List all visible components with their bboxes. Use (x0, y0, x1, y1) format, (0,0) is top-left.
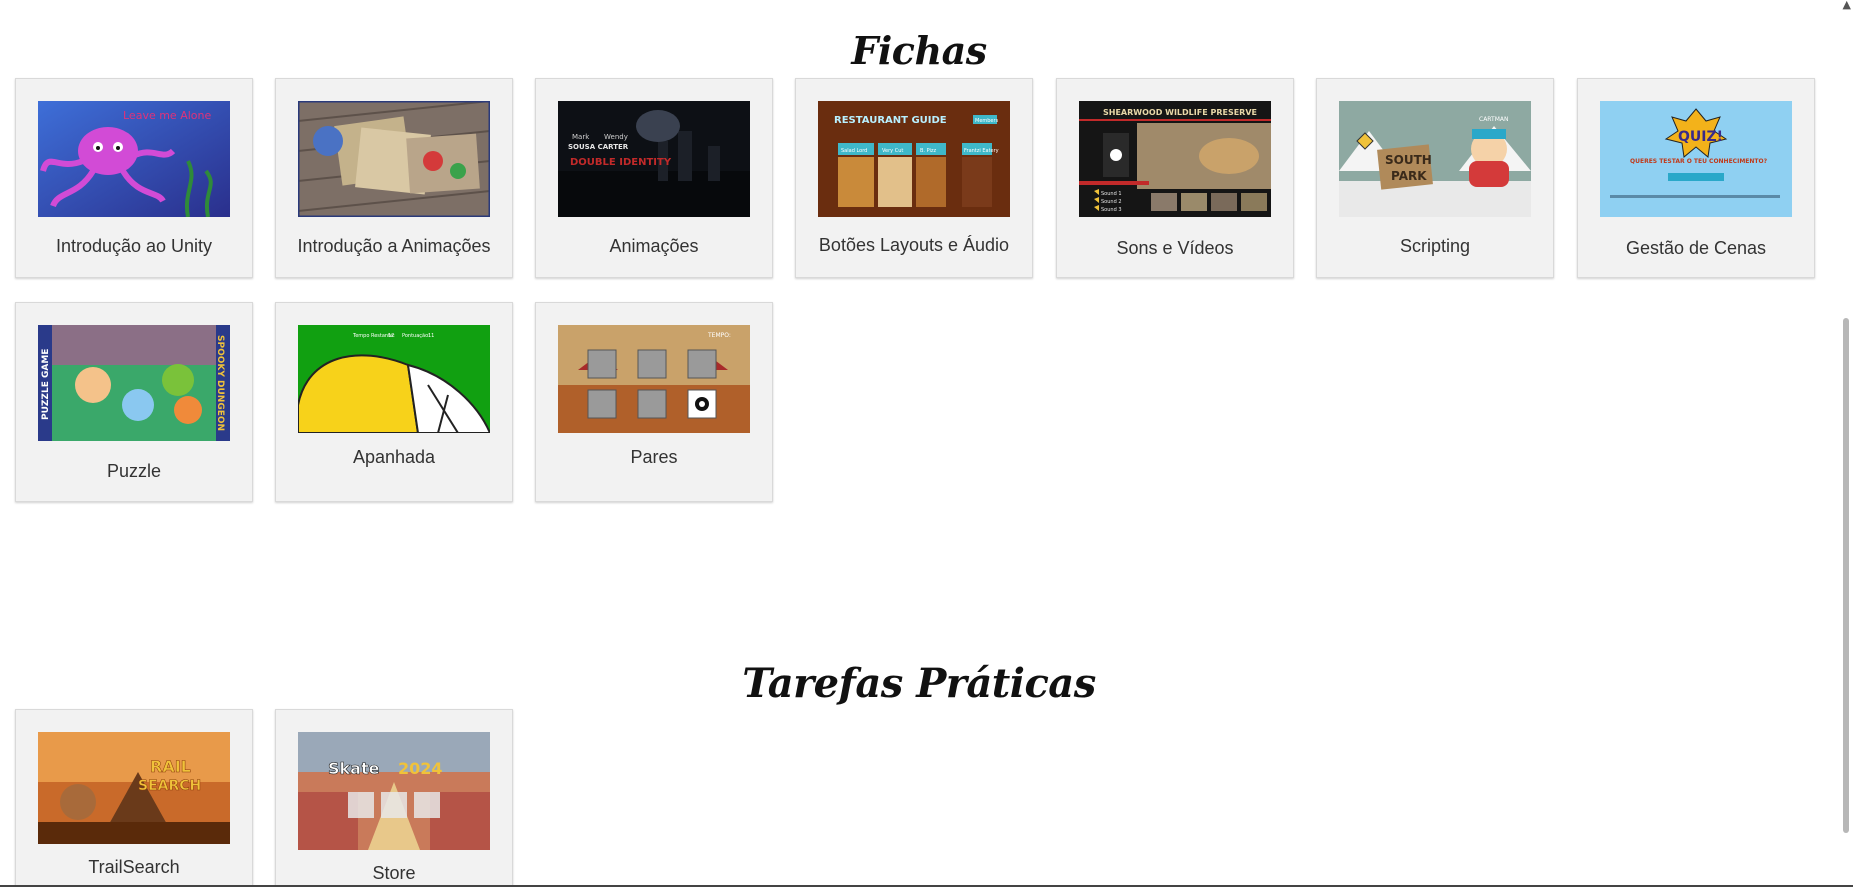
card-gestao-cenas[interactable]: QUIZ! QUERES TESTAR O TEU CONHECIMENTO? … (1577, 78, 1815, 278)
card-label: Sons e Vídeos (1116, 238, 1234, 258)
thumb-text: QUIZ! (1678, 129, 1723, 145)
card-label: Puzzle (106, 461, 162, 481)
thumb-text: PARK (1391, 169, 1427, 183)
thumb-text: Sound 1 (1101, 191, 1122, 197)
thumb-text: Wendy (604, 133, 628, 141)
card-thumbnail: RAIL SEARCH (38, 732, 230, 844)
thumb-text: Mark (572, 133, 590, 141)
scrollbar-thumb[interactable] (1843, 318, 1849, 833)
card-thumbnail: QUIZ! QUERES TESTAR O TEU CONHECIMENTO? (1600, 101, 1792, 217)
thumb-text: PUZZLE GAME (41, 349, 51, 420)
section-title-fichas: Fichas (851, 28, 987, 74)
card-thumbnail: TEMPO: (558, 325, 750, 433)
card-label: Scripting (1399, 236, 1471, 256)
thumb-text: SOUTH (1385, 153, 1432, 167)
card-thumbnail: Leave me Alone (38, 101, 230, 217)
card-thumbnail (298, 101, 490, 217)
thumb-text: DOUBLE IDENTITY (570, 157, 672, 168)
card-introducao-unity[interactable]: Leave me Alone Introdução ao Unity (15, 78, 253, 278)
section-title-tarefas: Tarefas Práticas (742, 659, 1096, 707)
card-label: Store (372, 863, 416, 883)
card-store[interactable]: Skate 2024 Store (275, 709, 513, 887)
card-label: Apanhada (352, 447, 436, 467)
card-animacoes[interactable]: Mark Wendy SOUSA CARTER DOUBLE IDENTITY … (535, 78, 773, 278)
scroll-up-icon[interactable]: ▲ (1843, 0, 1851, 11)
card-thumbnail: PUZZLE GAME SPOOKY DUNGEON (38, 325, 230, 441)
card-label: Gestão de Cenas (1625, 238, 1767, 258)
card-label: Pares (630, 447, 678, 467)
page-content: Fichas Leave me Alone Introdução ao Unit… (0, 0, 1838, 887)
thumb-text: Sound 3 (1101, 207, 1122, 213)
card-puzzle[interactable]: PUZZLE GAME SPOOKY DUNGEON Puzzle (15, 302, 253, 502)
thumb-text: SPOOKY DUNGEON (215, 335, 225, 431)
card-label: TrailSearch (88, 857, 180, 877)
thumb-text: B. Pizz (920, 148, 937, 154)
card-introducao-animacoes[interactable]: Introdução a Animações (275, 78, 513, 278)
card-botoes-layouts-audio[interactable]: RESTAURANT GUIDE Members Salad Lord Very… (795, 78, 1033, 278)
thumb-text: 2024 (398, 759, 443, 778)
thumb-text: Members (975, 118, 999, 124)
thumb-text: 11 (428, 333, 434, 339)
thumb-text: Skate (328, 759, 380, 778)
card-label: Botões Layouts e Áudio (818, 235, 1010, 255)
card-thumbnail: Mark Wendy SOUSA CARTER DOUBLE IDENTITY (558, 101, 750, 217)
thumb-text: SEARCH (138, 778, 201, 794)
card-thumbnail: Skate 2024 (298, 732, 490, 850)
card-thumbnail: SHEARWOOD WILDLIFE PRESERVE Sound 1 Soun… (1079, 101, 1271, 217)
card-label: Introdução ao Unity (55, 236, 213, 256)
thumb-text: CARTMAN (1479, 116, 1508, 123)
thumb-text: RAIL (150, 757, 191, 776)
thumb-text: TEMPO: (707, 332, 731, 339)
thumb-text: Leave me Alone (123, 109, 211, 122)
card-pares[interactable]: TEMPO: Pares (535, 302, 773, 502)
thumb-text: SHEARWOOD WILDLIFE PRESERVE (1103, 108, 1257, 117)
thumb-text: Sound 2 (1101, 199, 1122, 205)
thumb-text: Frantzi Eatery (964, 148, 999, 154)
thumb-text: RESTAURANT GUIDE (834, 115, 947, 126)
thumb-text: Very Cut (882, 148, 903, 154)
vertical-scrollbar[interactable]: ▲ (1838, 0, 1853, 887)
card-trailsearch[interactable]: RAIL SEARCH TrailSearch (15, 709, 253, 887)
card-thumbnail: RESTAURANT GUIDE Members Salad Lord Very… (818, 101, 1010, 217)
card-thumbnail: SOUTH PARK CARTMAN (1339, 101, 1531, 217)
card-thumbnail: Tempo Restante: 12 Pontuação: 11 (298, 325, 490, 433)
thumb-text: QUERES TESTAR O TEU CONHECIMENTO? (1630, 158, 1768, 165)
thumb-text: Pontuação: (402, 333, 430, 339)
thumb-text: SOUSA CARTER (568, 143, 629, 151)
card-apanhada[interactable]: Tempo Restante: 12 Pontuação: 11 Apanhad… (275, 302, 513, 502)
thumb-text: Salad Lord (841, 148, 867, 154)
thumb-text: 12 (388, 333, 394, 339)
card-label: Animações (609, 236, 699, 256)
card-sons-videos[interactable]: SHEARWOOD WILDLIFE PRESERVE Sound 1 Soun… (1056, 78, 1294, 278)
card-label: Introdução a Animações (297, 236, 491, 256)
card-scripting[interactable]: SOUTH PARK CARTMAN Scripting (1316, 78, 1554, 278)
